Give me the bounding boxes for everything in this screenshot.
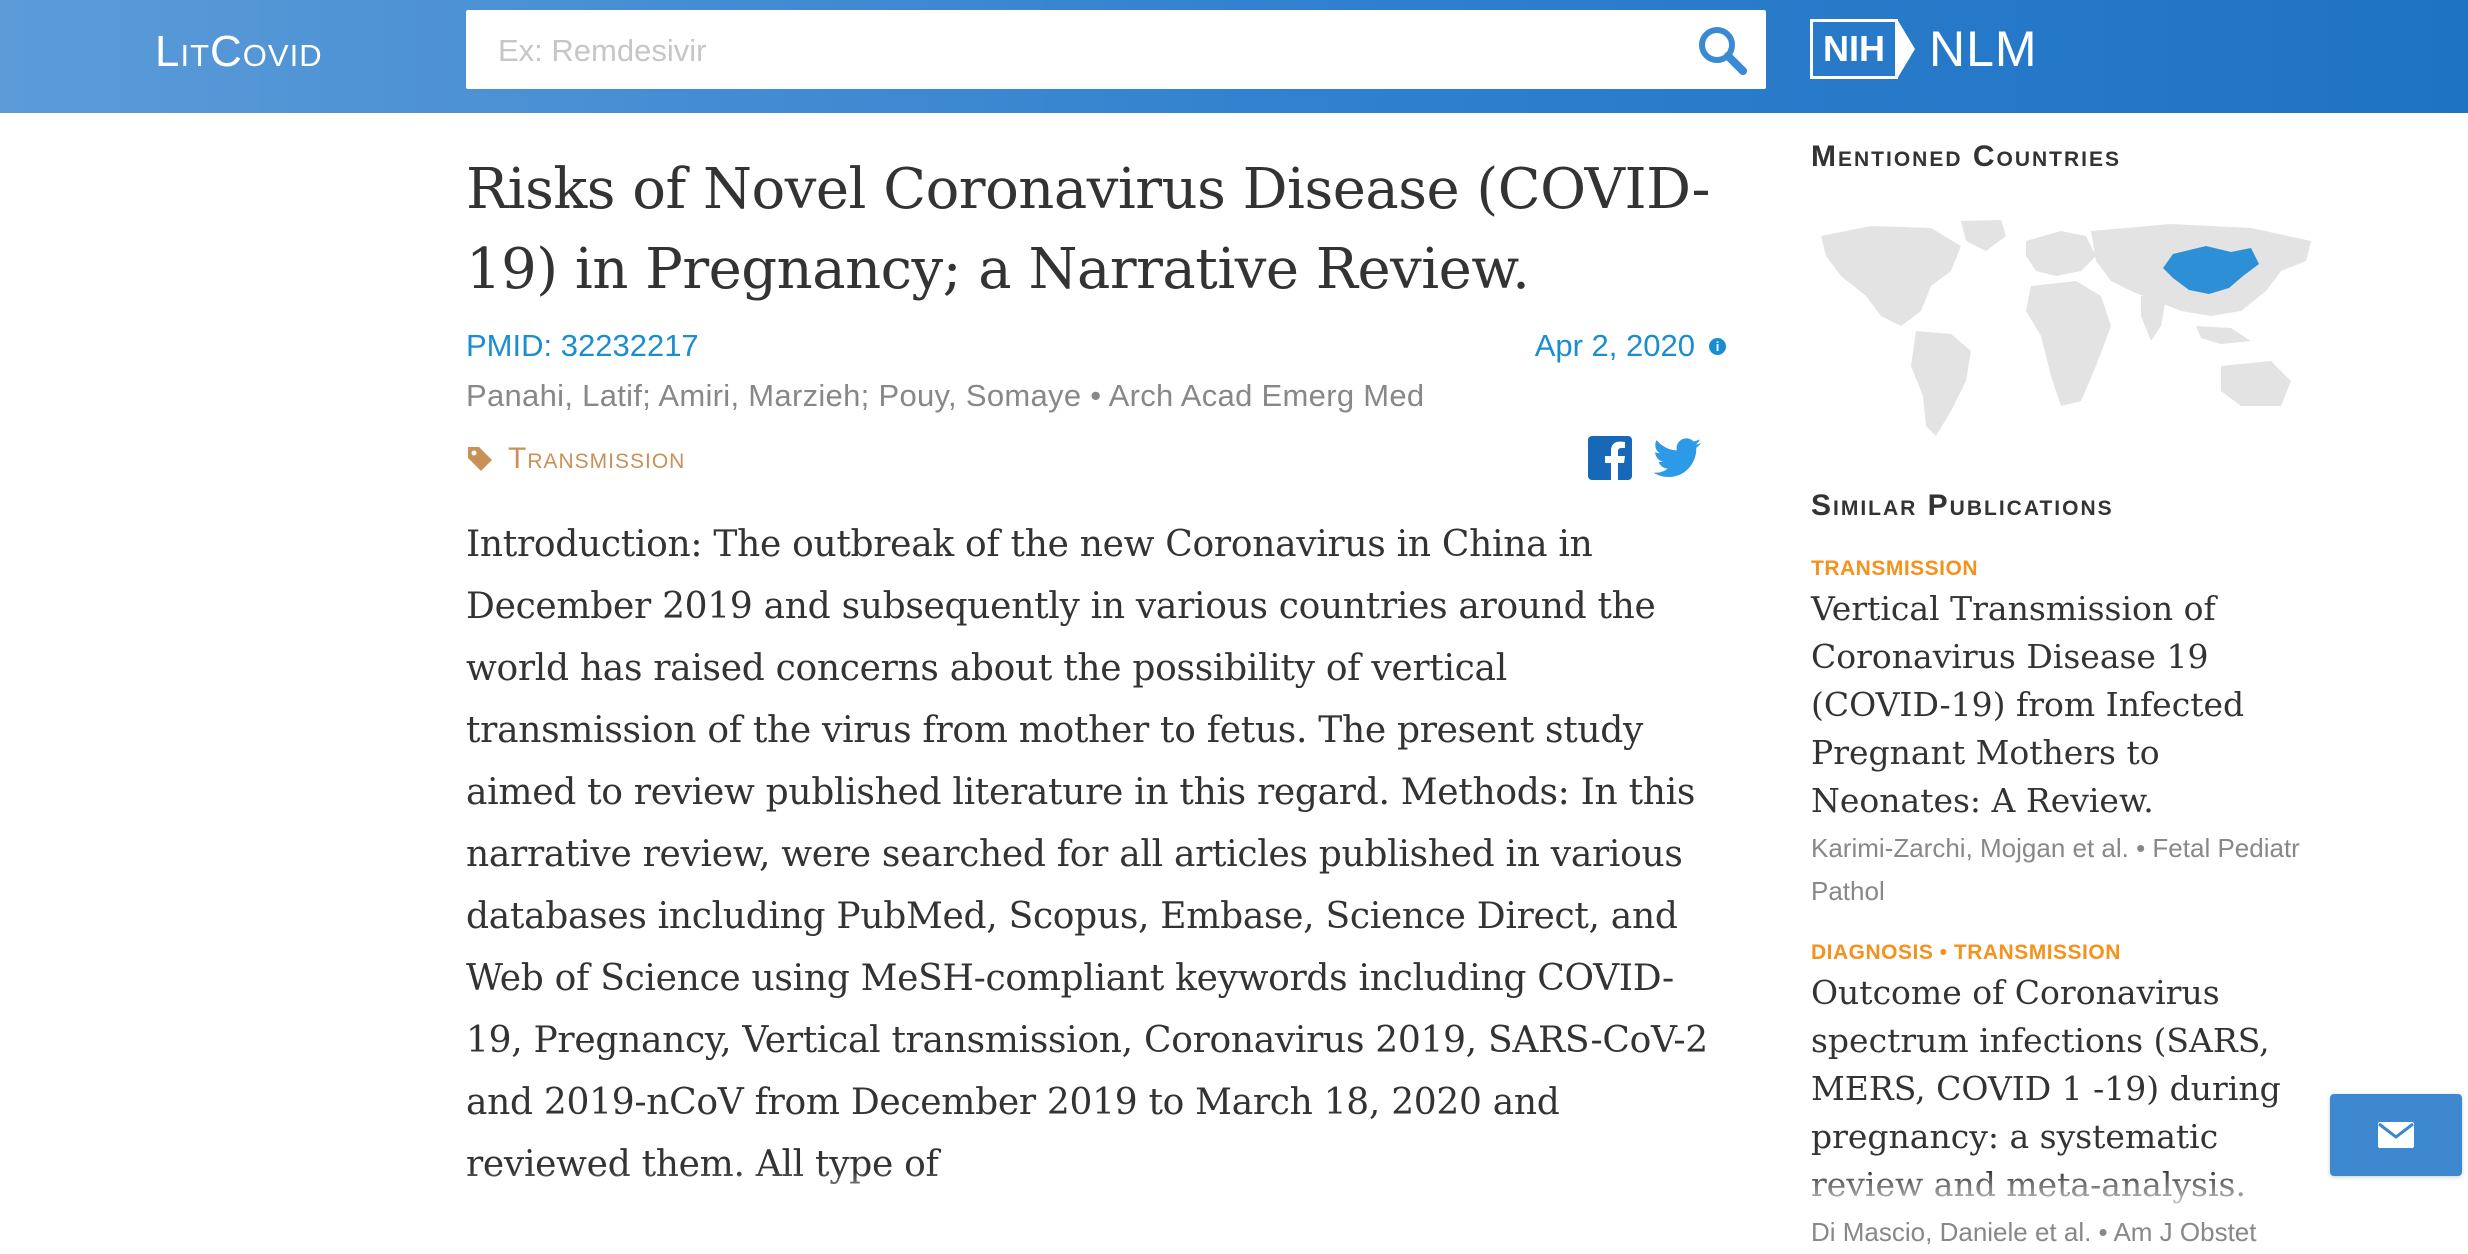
- top-header: LitCovid NIH NLM: [0, 0, 2468, 113]
- nlm-logo: NLM: [1929, 21, 2038, 77]
- litcovid-logo[interactable]: LitCovid: [155, 27, 323, 77]
- right-sidebar: Mentioned Countries Similar Publications…: [1811, 140, 2321, 1254]
- article-authors: Panahi, Latif; Amiri, Marzieh; Pouy, Som…: [466, 378, 1425, 413]
- publication-tags[interactable]: Transmission: [1811, 557, 2321, 581]
- mentioned-countries-heading: Mentioned Countries: [1811, 140, 2122, 173]
- nih-arrow-icon: [1897, 19, 1915, 79]
- article-meta-row: PMID: 32232217 Apr 2, 2020 i: [466, 324, 1726, 374]
- article-title: Risks of Novel Coronavirus Disease (COVI…: [466, 157, 1710, 302]
- pmid-link[interactable]: 32232217: [561, 328, 699, 363]
- publication-date-text: Apr 2, 2020: [1534, 328, 1695, 363]
- nih-nlm-logo[interactable]: NIH NLM: [1810, 18, 2038, 80]
- similar-publication-item: Transmission Vertical Transmission of Co…: [1811, 557, 2321, 913]
- share-buttons: [1588, 436, 1702, 480]
- publication-tags[interactable]: Diagnosis • Transmission: [1811, 941, 2321, 965]
- twitter-icon[interactable]: [1654, 436, 1702, 480]
- article-abstract: Introduction: The outbreak of the new Co…: [466, 524, 1708, 1185]
- world-map[interactable]: [1811, 216, 2321, 446]
- article-detail: Risks of Novel Coronavirus Disease (COVI…: [466, 150, 1726, 1196]
- search-box: [466, 10, 1766, 91]
- tag-share-row: Transmission: [466, 436, 1726, 496]
- pmid-label: PMID:: [466, 328, 553, 363]
- mail-icon: [2378, 1122, 2414, 1148]
- publication-title-link[interactable]: Vertical Transmission of Coronavirus Dis…: [1811, 585, 2321, 825]
- tag-icon: [468, 447, 492, 471]
- pmid: PMID: 32232217: [466, 328, 699, 364]
- search-input[interactable]: [496, 10, 1700, 91]
- feedback-button[interactable]: [2330, 1094, 2462, 1176]
- publication-meta: Di Mascio, Daniele et al. • Am J Obstet: [1811, 1217, 2257, 1247]
- publication-date: Apr 2, 2020 i: [1535, 328, 1726, 364]
- facebook-icon[interactable]: [1588, 436, 1632, 480]
- publication-meta: Karimi-Zarchi, Mojgan et al. • Fetal Ped…: [1811, 833, 2300, 906]
- topic-tag-transmission[interactable]: Transmission: [466, 442, 685, 476]
- info-icon[interactable]: i: [1709, 337, 1726, 355]
- nih-logo: NIH: [1810, 19, 1898, 79]
- search-button[interactable]: [1696, 24, 1748, 76]
- publication-title-link[interactable]: Outcome of Coronavirus spectrum infectio…: [1811, 969, 2321, 1209]
- similar-publication-item: Diagnosis • Transmission Outcome of Coro…: [1811, 941, 2321, 1254]
- similar-publications-heading: Similar Publications: [1811, 489, 2114, 522]
- search-icon: [1699, 27, 1747, 75]
- topic-tag-label: Transmission: [508, 442, 686, 475]
